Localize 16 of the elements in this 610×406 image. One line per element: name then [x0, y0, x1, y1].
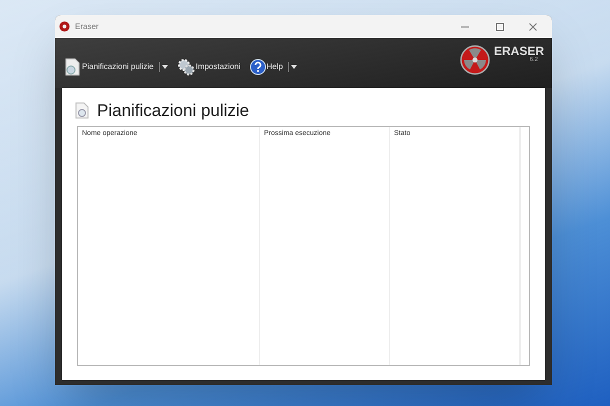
app-icon [59, 21, 70, 32]
schedule-icon [75, 102, 89, 120]
gears-icon [176, 58, 195, 76]
toolbar-button[interactable]: Impostazioni [176, 58, 241, 76]
close-button[interactable] [528, 22, 538, 32]
logo-text: ERASER [494, 45, 544, 57]
window-title: Eraser [75, 20, 99, 32]
dropdown-caret-icon[interactable] [162, 65, 168, 69]
dropdown-caret-icon[interactable] [290, 65, 297, 69]
toolbar-button[interactable]: Help [250, 59, 283, 75]
document-clock-icon [65, 58, 81, 76]
maximize-button[interactable] [495, 22, 505, 32]
radiation-logo-icon [460, 45, 490, 75]
help-icon [250, 59, 266, 75]
page-title: Pianificazioni pulizie [97, 100, 250, 122]
toolbar-button[interactable]: Pianificazioni pulizie [65, 58, 154, 76]
